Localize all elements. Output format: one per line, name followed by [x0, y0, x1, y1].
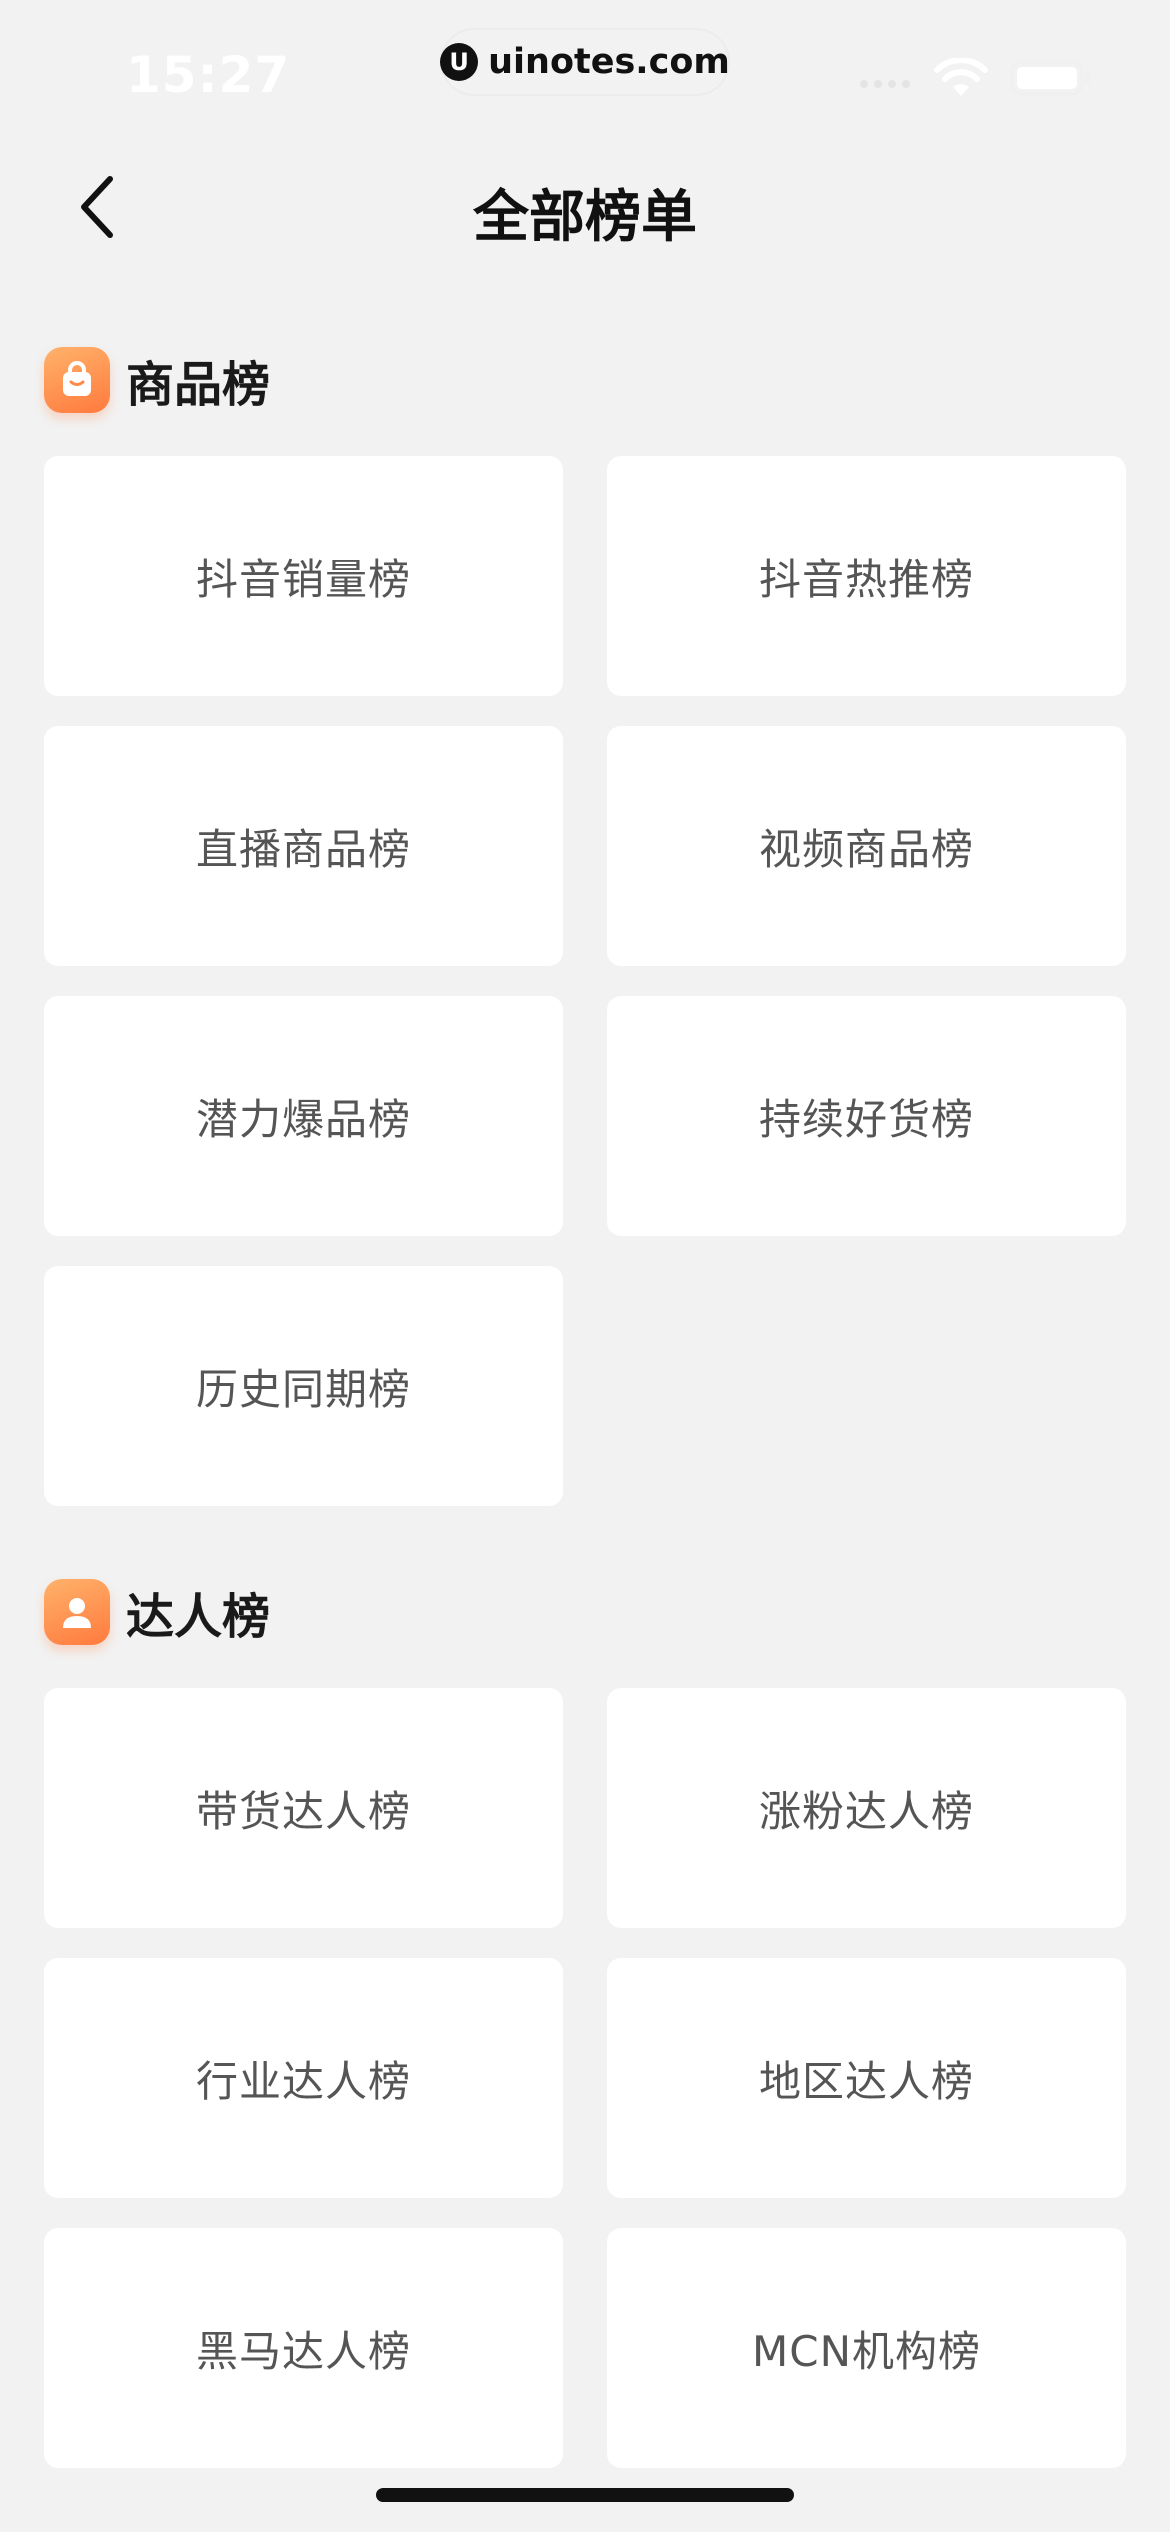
page-title: 全部榜单 [473, 185, 697, 250]
rank-card-label: MCN机构榜 [752, 2326, 981, 2376]
rank-card-label: 视频商品榜 [758, 824, 974, 874]
rank-card-label: 涨粉达人榜 [758, 1786, 974, 1836]
rank-card-industry-influencers[interactable]: 行业达人榜 [44, 1958, 563, 2198]
rank-card-dark-horse[interactable]: 黑马达人榜 [44, 2228, 563, 2468]
rank-card-label: 持续好货榜 [758, 1094, 974, 1144]
rank-card-sales-influencers[interactable]: 带货达人榜 [44, 1688, 563, 1928]
wifi-icon [934, 58, 988, 96]
rank-card-follower-growth[interactable]: 涨粉达人榜 [607, 1688, 1126, 1928]
home-indicator[interactable] [376, 2488, 794, 2502]
rank-card-mcn-agencies[interactable]: MCN机构榜 [607, 2228, 1126, 2468]
rank-card-label: 地区达人榜 [758, 2056, 974, 2106]
rank-card-label: 带货达人榜 [195, 1786, 411, 1836]
status-bar: 15:27 U uinotes.com [0, 0, 1170, 130]
nav-bar: 全部榜单 [0, 140, 1170, 270]
rank-card-label: 行业达人榜 [195, 2056, 411, 2106]
influencer-rank-grid: 带货达人榜 涨粉达人榜 行业达人榜 地区达人榜 黑马达人榜 MCN机构榜 [44, 1688, 1126, 2468]
section-header-influencers: 达人榜 [44, 1576, 270, 1648]
rank-card-label: 历史同期榜 [195, 1364, 411, 1414]
rank-card-douyin-sales[interactable]: 抖音销量榜 [44, 456, 563, 696]
rank-card-label: 潜力爆品榜 [195, 1094, 411, 1144]
site-logo-icon: U [440, 43, 479, 81]
rank-card-video-products[interactable]: 视频商品榜 [607, 726, 1126, 966]
status-time: 15:27 [126, 46, 291, 104]
battery-icon [1010, 60, 1090, 96]
section-header-products: 商品榜 [44, 344, 270, 416]
rank-card-potential-hits[interactable]: 潜力爆品榜 [44, 996, 563, 1236]
rank-card-region-influencers[interactable]: 地区达人榜 [607, 1958, 1126, 2198]
person-icon [44, 1579, 110, 1645]
url-text: uinotes.com [488, 42, 730, 82]
product-rank-grid: 抖音销量榜 抖音热推榜 直播商品榜 视频商品榜 潜力爆品榜 持续好货榜 历史同期… [44, 456, 1126, 1506]
rank-card-label: 抖音销量榜 [195, 554, 411, 604]
cellular-signal-icon [860, 80, 910, 88]
rank-card-label: 抖音热推榜 [758, 554, 974, 604]
section-title: 商品榜 [126, 357, 271, 413]
rank-card-douyin-hot[interactable]: 抖音热推榜 [607, 456, 1126, 696]
rank-card-history-period[interactable]: 历史同期榜 [44, 1266, 563, 1506]
shopping-bag-icon [44, 347, 110, 413]
rank-card-live-products[interactable]: 直播商品榜 [44, 726, 563, 966]
rank-card-steady-goods[interactable]: 持续好货榜 [607, 996, 1126, 1236]
rank-card-label: 黑马达人榜 [195, 2326, 411, 2376]
section-title: 达人榜 [126, 1589, 271, 1645]
url-pill[interactable]: U uinotes.com [440, 28, 730, 96]
rank-card-label: 直播商品榜 [195, 824, 411, 874]
